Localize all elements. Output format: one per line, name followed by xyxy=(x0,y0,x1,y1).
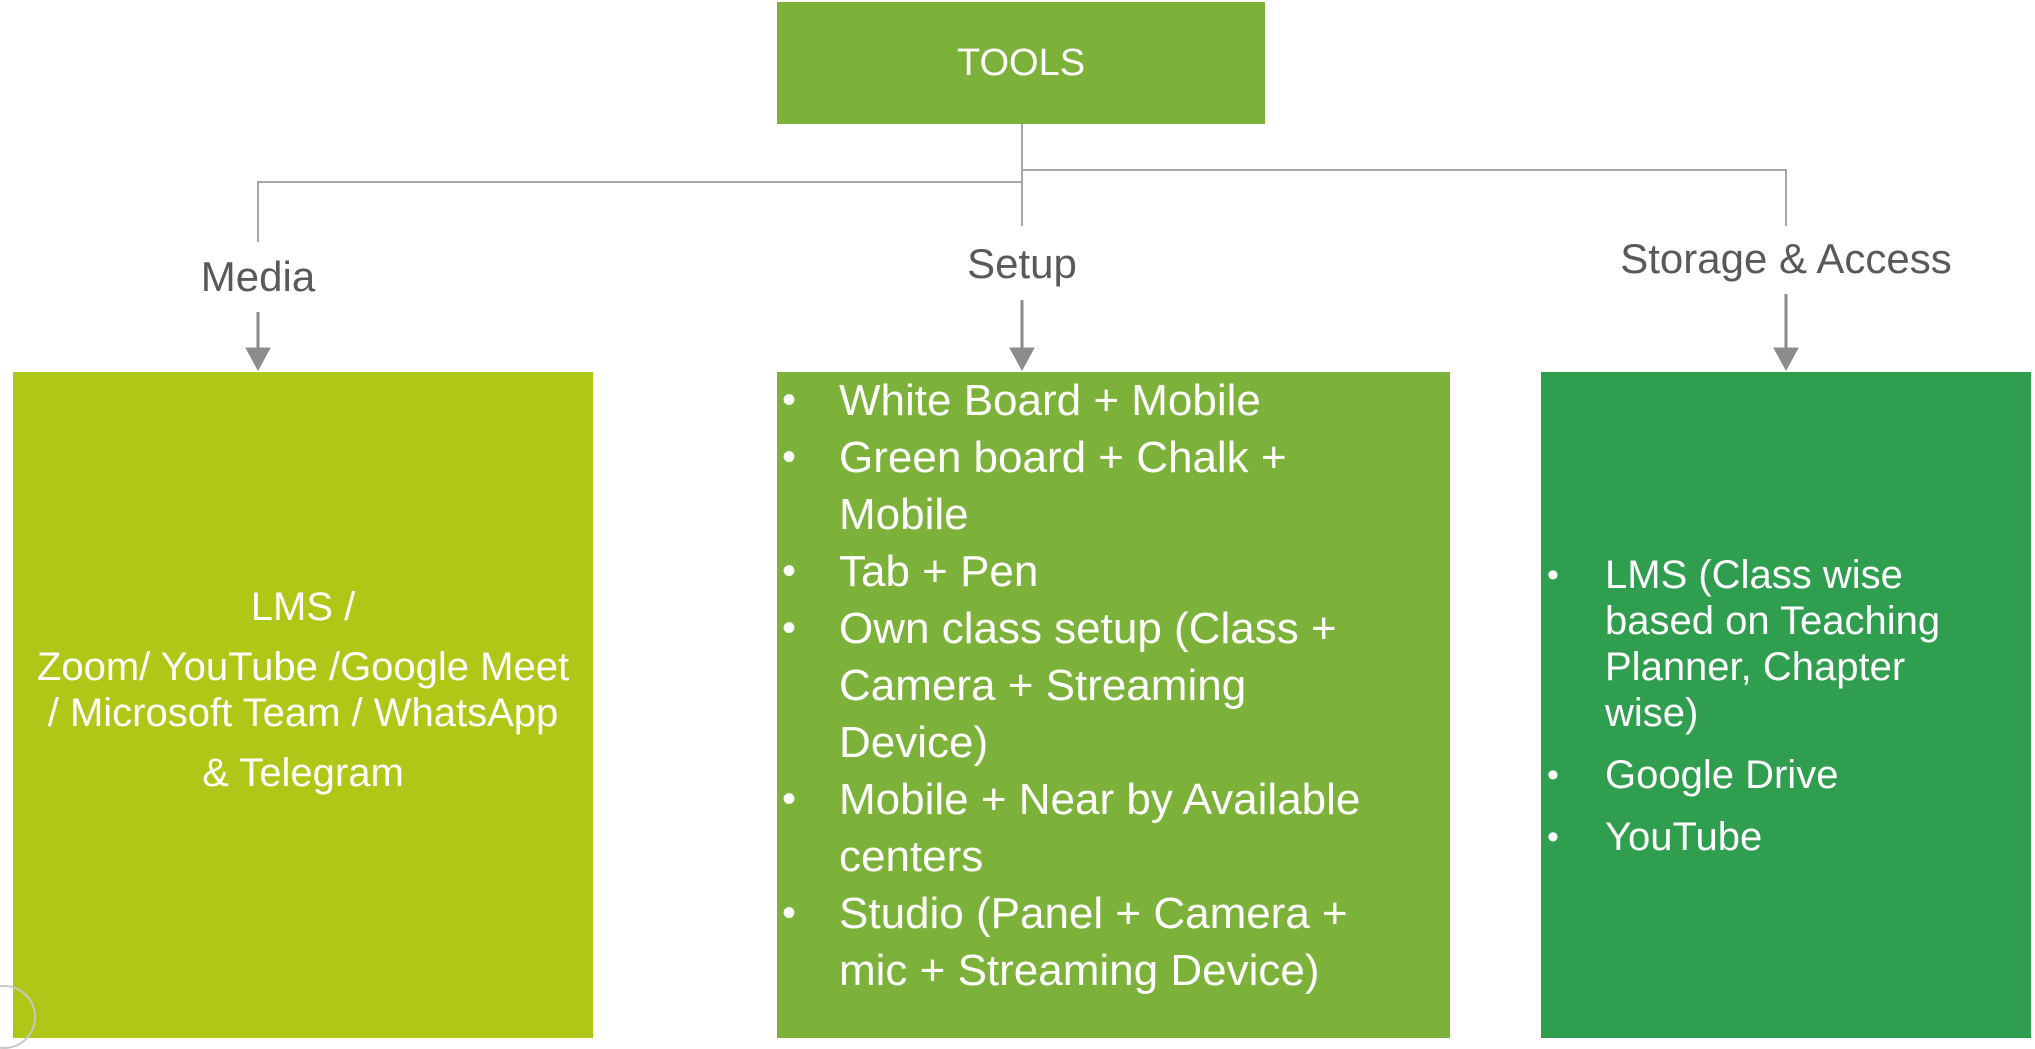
arrow-media-head xyxy=(245,347,271,372)
media-box: LMS / Zoom/ YouTube /Google Meet / Micro… xyxy=(13,372,593,1038)
arrow-setup-head xyxy=(1009,347,1035,372)
branch-label-storage: Storage & Access xyxy=(1620,235,1952,282)
setup-item: Mobile + Near by Available centers xyxy=(782,771,1419,885)
branch-label-media: Media xyxy=(200,253,316,300)
setup-item: Own class setup (Class + Camera + Stream… xyxy=(782,600,1399,771)
setup-list: White Board + Mobile Green board + Chalk… xyxy=(782,372,1430,999)
media-line: / Microsoft Team / WhatsApp xyxy=(47,691,559,735)
storage-list: LMS (Class wise based on Teaching Planne… xyxy=(1547,552,2011,860)
media-line: Zoom/ YouTube /Google Meet xyxy=(36,645,570,689)
storage-item: Google Drive xyxy=(1547,752,2011,798)
setup-item: Tab + Pen xyxy=(782,543,1430,600)
media-line: & Telegram xyxy=(202,751,404,795)
storage-item: LMS (Class wise based on Teaching Planne… xyxy=(1547,552,1985,736)
setup-item: Studio (Panel + Camera + mic + Streaming… xyxy=(782,885,1419,999)
connector-media xyxy=(257,181,1022,242)
setup-item: White Board + Mobile xyxy=(782,372,1430,429)
setup-item: Green board + Chalk + Mobile xyxy=(782,429,1359,543)
media-line: LMS / xyxy=(250,585,356,629)
branch-label-setup: Setup xyxy=(967,240,1077,287)
root-node-tools: TOOLS xyxy=(777,2,1265,124)
connector-storage xyxy=(1022,169,1787,226)
setup-box: White Board + Mobile Green board + Chalk… xyxy=(777,372,1450,1038)
root-node-label: TOOLS xyxy=(956,41,1086,84)
storage-box: LMS (Class wise based on Teaching Planne… xyxy=(1541,372,2031,1038)
storage-item: YouTube xyxy=(1547,814,2011,860)
arrow-storage-head xyxy=(1773,347,1799,372)
